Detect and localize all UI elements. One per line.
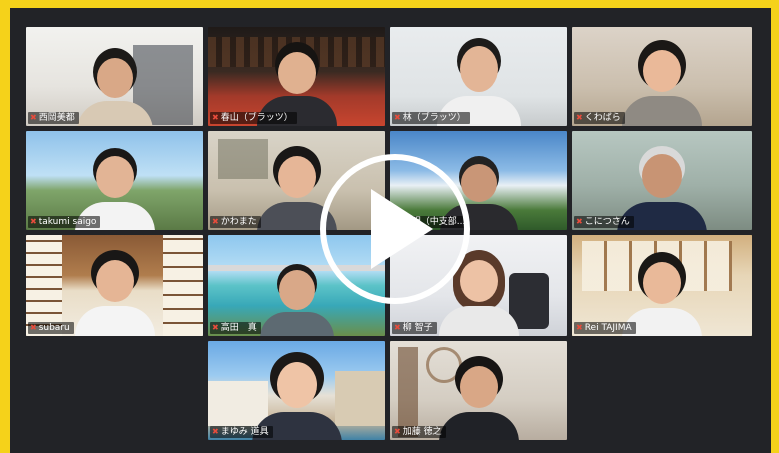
participant-tile[interactable]: ✖ くわばら: [572, 27, 752, 126]
participant-tile[interactable]: ✖ 西岡美都: [26, 27, 203, 126]
participant-name: ✖ こにつさん: [574, 216, 634, 228]
participant-name: ✖ 加藤 徳之: [392, 426, 446, 438]
mic-off-icon: ✖: [394, 323, 401, 332]
mic-off-icon: ✖: [576, 323, 583, 332]
participant-name: ✖ takumi saigo: [28, 216, 101, 228]
participant-name: ✖ 高田 真: [210, 322, 261, 334]
participant-name: ✖ Rei TAJIMA: [574, 322, 636, 334]
mic-off-icon: ✖: [30, 217, 37, 226]
mic-off-icon: ✖: [212, 217, 219, 226]
participant-tile[interactable]: ✖ まゆみ 道具: [208, 341, 385, 440]
mic-off-icon: ✖: [212, 113, 219, 122]
mic-off-icon: ✖: [212, 427, 219, 436]
play-icon: [371, 189, 433, 269]
mic-off-icon: ✖: [30, 113, 37, 122]
mic-off-icon: ✖: [576, 217, 583, 226]
mic-off-icon: ✖: [394, 113, 401, 122]
mic-off-icon: ✖: [30, 323, 37, 332]
participant-name: ✖ 林（ブラッツ）: [392, 112, 470, 124]
mic-off-icon: ✖: [394, 427, 401, 436]
participant-name: ✖ 柳 智子: [392, 322, 437, 334]
participant-name: ✖ かわまた: [210, 216, 261, 228]
mic-off-icon: ✖: [576, 113, 583, 122]
participant-name: ✖ くわばら: [574, 112, 625, 124]
participant-tile-active-speaker[interactable]: ✖ Rei TAJIMA: [572, 235, 752, 336]
participant-tile[interactable]: ✖ こにつさん: [572, 131, 752, 230]
participant-tile[interactable]: ✖ 春山（ブラッツ）: [208, 27, 385, 126]
mic-off-icon: ✖: [212, 323, 219, 332]
participant-tile[interactable]: ✖ 林（ブラッツ）: [390, 27, 567, 126]
participant-name: ✖ 西岡美都: [28, 112, 79, 124]
participant-tile[interactable]: ✖ takumi saigo: [26, 131, 203, 230]
participant-name: ✖ まゆみ 道具: [210, 426, 273, 438]
participant-name: ✖ 春山（ブラッツ）: [210, 112, 297, 124]
participant-name: ✖ subaru: [28, 322, 74, 334]
participant-tile[interactable]: ✖ 加藤 徳之: [390, 341, 567, 440]
participant-tile[interactable]: ✖ subaru: [26, 235, 203, 336]
play-button[interactable]: [320, 154, 470, 304]
